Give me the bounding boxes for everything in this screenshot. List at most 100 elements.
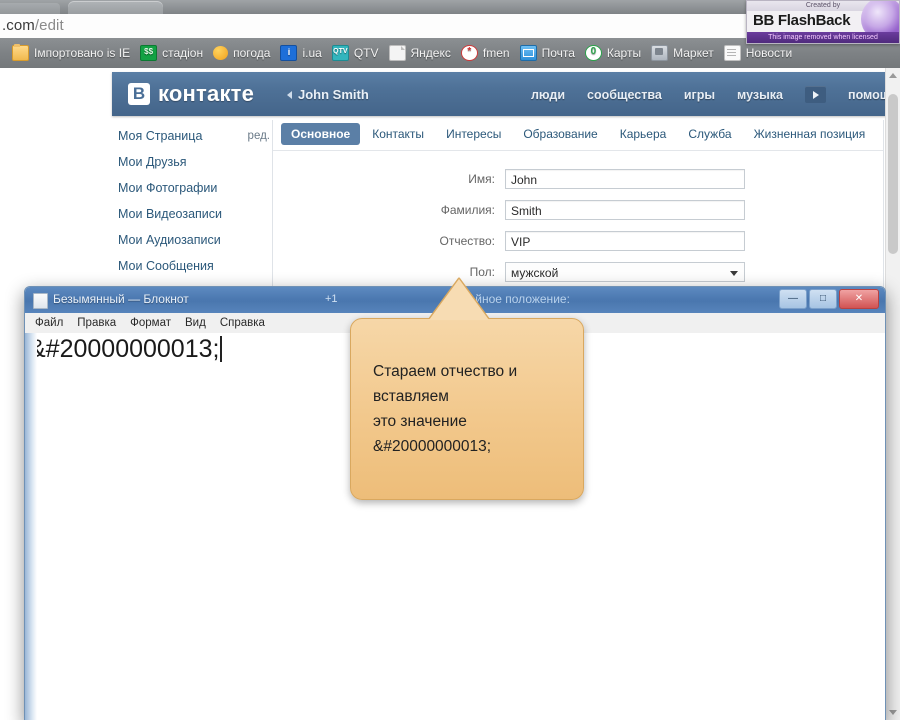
bookmark-item[interactable]: Імпортовано is IE — [12, 44, 131, 61]
notepad-window-controls[interactable]: — □ ✕ — [779, 289, 879, 309]
input-surname[interactable]: Smith — [505, 199, 745, 220]
sidebar-item-label: Мои Друзья — [118, 155, 187, 169]
sidebar-item-label: Мои Аудиозаписи — [118, 233, 221, 247]
select-gender-value: мужской — [511, 265, 559, 280]
bookmark-item[interactable]: * fmen — [460, 45, 510, 61]
vk-back-link[interactable]: John Smith — [287, 87, 369, 102]
form-row-gender: Пол: мужской — [273, 258, 883, 285]
bookmark-label: Почта — [541, 46, 575, 60]
sidebar-item-edit-link[interactable]: ред. — [248, 123, 270, 149]
nav-link-1[interactable]: сообщества — [587, 88, 662, 102]
label-patronymic: Отчество: — [439, 233, 496, 248]
notepad-menu-3[interactable]: Вид — [185, 317, 206, 329]
asterisk-icon: * — [460, 45, 478, 61]
notepad-tab-extra: +1 — [325, 293, 338, 305]
url-text: .com/edit — [2, 17, 64, 34]
nav-more-icon[interactable] — [805, 86, 827, 103]
browser-tab[interactable] — [68, 1, 163, 14]
bookmark-item[interactable]: $$ стадіон — [140, 45, 203, 61]
url-path: /edit — [34, 17, 64, 34]
vk-logo-word: контакте — [158, 81, 255, 106]
page-scrollbar[interactable] — [885, 68, 900, 720]
scrollbar-thumb[interactable] — [888, 94, 898, 254]
bookmark-item[interactable]: QTV QTV — [331, 45, 379, 61]
bookmark-item[interactable]: Новости — [723, 45, 793, 61]
bookmark-item[interactable]: 0 Карты — [584, 45, 642, 61]
tab-0[interactable]: Основное — [281, 123, 361, 145]
notepad-title: Безымянный — Блокнот — [53, 292, 189, 306]
sidebar-item-4[interactable]: Мои Аудиозаписи — [118, 227, 288, 253]
callout-line-4: &#20000000013; — [373, 438, 492, 455]
bookmark-item[interactable]: Маркет — [651, 45, 714, 61]
minimize-button[interactable]: — — [779, 289, 807, 309]
vk-back-label: John Smith — [298, 87, 369, 102]
scroll-up-icon[interactable] — [889, 73, 897, 78]
nav-link-0[interactable]: люди — [531, 88, 565, 102]
notepad-text-content: &#20000000013; — [29, 335, 223, 364]
sidebar-item-5[interactable]: Мои Сообщения — [118, 253, 288, 279]
vk-top-navbar: В контакте John Smith люди сообщества игры… — [112, 72, 900, 116]
sidebar-item-1[interactable]: Мои Друзья — [118, 149, 288, 175]
sidebar-item-3[interactable]: Мои Видеозаписи — [118, 201, 288, 227]
tab-1[interactable]: Контакты — [362, 123, 434, 145]
page-icon — [388, 45, 406, 61]
mail-icon — [519, 45, 537, 61]
bookmark-label: Новости — [745, 46, 793, 60]
callout-line-3: это значение — [373, 413, 467, 430]
select-gender[interactable]: мужской — [505, 261, 745, 282]
tab-5[interactable]: Служба — [678, 123, 741, 145]
notepad-menu-0[interactable]: Файл — [35, 317, 63, 329]
vk-logo[interactable]: В контакте — [128, 81, 254, 107]
maximize-button[interactable]: □ — [809, 289, 837, 309]
flashback-watermark: Created by BB FlashBack This image remov… — [746, 0, 900, 44]
scroll-down-icon[interactable] — [889, 710, 897, 715]
nav-link-2[interactable]: игры — [684, 88, 715, 102]
watermark-note: This image removed when licensed — [747, 32, 899, 43]
sidebar-item-2[interactable]: Мои Фотографии — [118, 175, 288, 201]
notepad-menu-1[interactable]: Правка — [77, 317, 116, 329]
label-surname: Фамилия: — [440, 202, 495, 217]
notepad-menu-4[interactable]: Справка — [220, 317, 265, 329]
watermark-brand: BB FlashBack — [753, 12, 851, 29]
folder-icon — [12, 44, 29, 61]
callout-text: Стараем отчество и вставляем это значени… — [373, 359, 573, 459]
bookmark-item[interactable]: погода — [213, 46, 270, 60]
sidebar-item-0[interactable]: Моя Страница ред. — [118, 123, 288, 149]
label-name: Имя: — [468, 171, 495, 186]
instruction-callout: Стараем отчество и вставляем это значени… — [350, 279, 584, 500]
callout-line-2: вставляем — [373, 388, 449, 405]
callout-tail — [429, 279, 489, 320]
input-patronymic[interactable]: VIP — [505, 230, 745, 251]
notepad-menu-2[interactable]: Формат — [130, 317, 171, 329]
vk-logo-mark-icon: В — [128, 83, 150, 105]
notepad-left-gutter — [25, 333, 37, 720]
label-gender: Пол: — [469, 264, 495, 279]
bookmark-item[interactable]: Почта — [519, 45, 575, 61]
maps-icon: 0 — [584, 45, 602, 61]
tab-2[interactable]: Интересы — [436, 123, 511, 145]
bookmark-item[interactable]: Яндекс — [388, 45, 451, 61]
tab-6[interactable]: Жизненная позиция — [744, 123, 876, 145]
browser-tab-partial[interactable] — [0, 3, 60, 14]
bookmark-label: Карты — [606, 46, 642, 60]
tab-3[interactable]: Образование — [513, 123, 607, 145]
vk-sidebar-menu[interactable]: Моя Страница ред. Мои Друзья Мои Фотографии… — [118, 123, 288, 305]
vk-nav-links[interactable]: люди сообщества игры музыка помощь — [531, 86, 900, 103]
qtv-icon: QTV — [331, 45, 349, 61]
chevron-down-icon — [730, 270, 738, 276]
sidebar-item-label: Мои Видеозаписи — [118, 207, 223, 221]
nav-link-3[interactable]: музыка — [737, 88, 783, 102]
tab-4[interactable]: Карьера — [610, 123, 677, 145]
vk-profile-tabs[interactable]: Основное Контакты Интересы Образование Карье… — [273, 120, 883, 151]
form-row-patronymic: Отчество: VIP — [273, 227, 883, 254]
bookmark-item[interactable]: i i.ua — [280, 45, 322, 61]
sidebar-item-label: Мои Фотографии — [118, 181, 218, 195]
bookmark-label: Імпортовано is IE — [34, 46, 131, 60]
notepad-app-icon — [33, 293, 48, 309]
close-button[interactable]: ✕ — [839, 289, 879, 309]
callout-line-1: Стараем отчество и — [373, 363, 518, 380]
input-name[interactable]: John — [505, 168, 745, 189]
form-row-surname: Фамилия: Smith — [273, 196, 883, 223]
form-row-name: Имя: John — [273, 165, 883, 192]
text-caret — [220, 336, 223, 362]
